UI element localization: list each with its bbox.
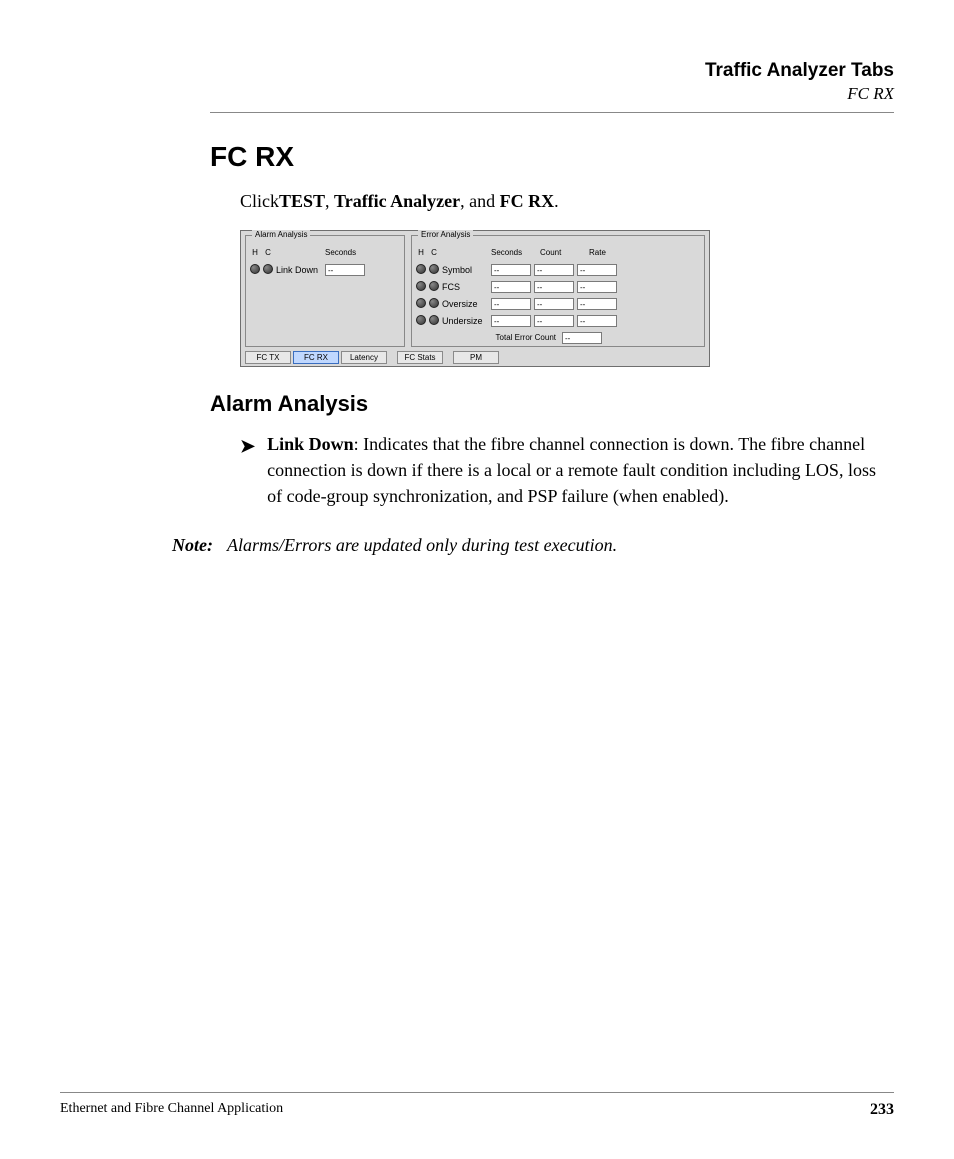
intro-sep1: , [325,191,334,211]
intro-fc-rx: FC RX [500,191,555,211]
tab-fc-tx[interactable]: FC TX [245,351,291,364]
alarm-head-c: C [263,248,273,257]
error-count-value: -- [534,315,574,327]
led-icon [429,298,439,308]
led-icon [250,264,260,274]
header-subtitle: FC RX [210,84,894,104]
note-text: Alarms/Errors are updated only during te… [227,535,617,556]
error-rate-value: -- [577,298,617,310]
error-seconds-value: -- [491,264,531,276]
error-row-symbol: Symbol -- -- -- [416,261,700,278]
error-count-value: -- [534,298,574,310]
error-label: Oversize [442,299,488,309]
alarm-row-label: Link Down [276,265,322,275]
error-seconds-value: -- [491,315,531,327]
total-error-value: -- [562,332,602,344]
ui-panel: Alarm Analysis H C Seconds Link Down -- [240,230,710,367]
led-icon [429,281,439,291]
error-seconds-value: -- [491,298,531,310]
intro-paragraph: ClickTEST, Traffic Analyzer, and FC RX. [240,191,894,212]
error-row-oversize: Oversize -- -- -- [416,295,700,312]
error-rate-value: -- [577,281,617,293]
intro-post: . [554,191,559,211]
intro-sep2: , and [460,191,500,211]
led-icon [429,264,439,274]
led-icon [429,315,439,325]
error-head-rate: Rate [589,248,635,257]
bullet-text: : Indicates that the fibre channel conne… [267,434,876,506]
alarm-row-link-down: Link Down -- [250,261,400,278]
tab-fc-stats[interactable]: FC Stats [397,351,443,364]
error-row-fcs: FCS -- -- -- [416,278,700,295]
alarm-seconds-value: -- [325,264,365,276]
led-icon [416,264,426,274]
error-head-count: Count [540,248,586,257]
led-icon [416,315,426,325]
note-label: Note: [172,535,227,556]
error-count-value: -- [534,281,574,293]
led-icon [263,264,273,274]
error-label: Undersize [442,316,488,326]
error-label: Symbol [442,265,488,275]
error-head-c: C [429,248,439,257]
error-header-row: H C Seconds Count Rate [416,244,700,261]
section-title: FC RX [210,141,894,173]
intro-pre: Click [240,191,279,211]
page-number: 233 [870,1101,894,1119]
error-count-value: -- [534,264,574,276]
alarm-legend: Alarm Analysis [252,230,310,239]
note-row: Note: Alarms/Errors are updated only dur… [172,535,894,556]
footer-left: Ethernet and Fibre Channel Application [60,1101,283,1119]
bullet-link-down: ➤ Link Down: Indicates that the fibre ch… [240,431,894,509]
total-error-row: Total Error Count -- [416,329,700,346]
error-rate-value: -- [577,264,617,276]
alarm-head-h: H [250,248,260,257]
alarm-header-row: H C Seconds [250,244,400,261]
error-head-h: H [416,248,426,257]
bullet-arrow-icon: ➤ [240,431,267,509]
error-head-seconds: Seconds [491,248,537,257]
error-rate-value: -- [577,315,617,327]
tab-bar: FC TX FC RX Latency FC Stats PM [245,351,705,364]
error-label: FCS [442,282,488,292]
error-legend: Error Analysis [418,230,473,239]
error-row-undersize: Undersize -- -- -- [416,312,700,329]
header-title: Traffic Analyzer Tabs [210,60,894,82]
intro-test: TEST [279,191,325,211]
alarm-head-seconds: Seconds [325,248,371,257]
total-error-label: Total Error Count [496,333,556,342]
page-footer: Ethernet and Fibre Channel Application 2… [60,1092,894,1119]
tab-pm[interactable]: PM [453,351,499,364]
led-icon [416,281,426,291]
alarm-analysis-group: Alarm Analysis H C Seconds Link Down -- [245,235,405,347]
subsection-title: Alarm Analysis [210,391,894,417]
intro-traffic-analyzer: Traffic Analyzer [334,191,460,211]
bullet-lead: Link Down [267,434,354,454]
error-analysis-group: Error Analysis H C Seconds Count Rate Sy… [411,235,705,347]
led-icon [416,298,426,308]
page-header: Traffic Analyzer Tabs FC RX [210,60,894,113]
error-seconds-value: -- [491,281,531,293]
tab-latency[interactable]: Latency [341,351,387,364]
tab-fc-rx[interactable]: FC RX [293,351,339,364]
